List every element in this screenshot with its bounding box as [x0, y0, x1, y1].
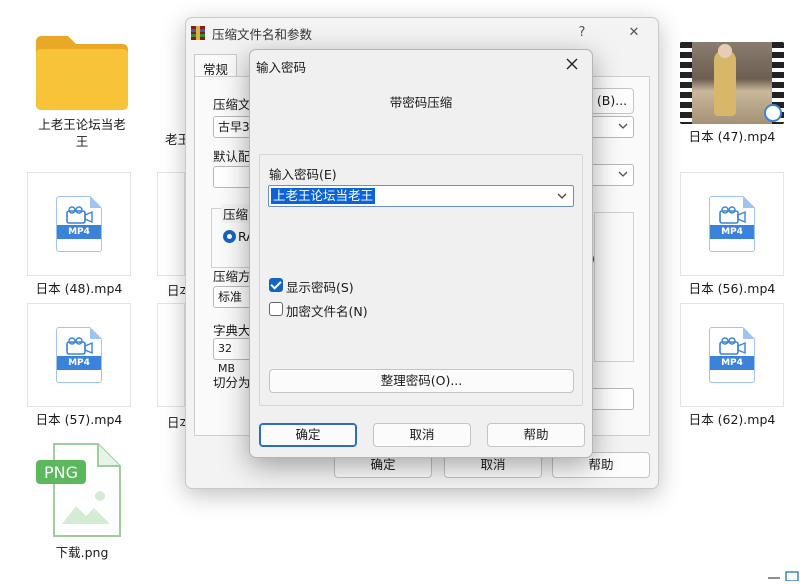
format-label: 压缩	[221, 204, 251, 223]
split-field[interactable]	[590, 388, 634, 410]
organize-passwords-button[interactable]: 整理密码(O)...	[269, 369, 574, 393]
video-file-icon: MP4	[56, 327, 102, 383]
password-dialog-title: 输入密码	[256, 60, 307, 75]
video-thumb-tile[interactable]: 日本 (47).mp4	[680, 42, 784, 145]
password-input[interactable]: 上老王论坛当老王	[268, 185, 574, 207]
dict-field[interactable]: 32 MB	[213, 338, 253, 375]
encrypt-filenames-checkbox[interactable]	[269, 302, 283, 316]
method-field[interactable]: 标准	[213, 286, 253, 308]
archive-name-label: 压缩文	[213, 97, 251, 112]
mp4-tile[interactable]: MP4 日本 (57).mp4	[27, 303, 131, 428]
encrypt-filenames-label[interactable]: 加密文件名(N)	[286, 301, 368, 320]
file-label: 日本 (57).mp4	[35, 412, 123, 427]
file-label: 下载.png	[55, 545, 109, 560]
mp4-tile[interactable]: MP4 日本 (56).mp4	[680, 172, 784, 297]
mp4-file-card: MP4	[27, 172, 131, 276]
password-value: 上老王论坛当老王	[271, 188, 376, 204]
password-label: 输入密码(E)	[269, 167, 337, 182]
split-label: 切分为	[213, 375, 251, 390]
close-icon[interactable]	[562, 54, 582, 74]
close-icon[interactable]: ✕	[624, 23, 644, 43]
winrar-icon	[191, 26, 205, 40]
png-file-icon: PNG	[36, 443, 121, 537]
archive-name-dropdown[interactable]	[590, 116, 634, 138]
help-button[interactable]: 帮助	[487, 423, 585, 447]
mp4-file-card: MP4	[680, 303, 784, 407]
folder-label: 上老王论坛当老王	[38, 117, 126, 149]
video-thumbnail	[680, 42, 784, 124]
partial-tile	[157, 172, 185, 276]
password-dialog: 输入密码 带密码压缩 输入密码(E) 上老王论坛当老王 显示密码(S) 加密文件…	[249, 49, 593, 458]
browse-button[interactable]: (B)...	[590, 88, 634, 114]
svg-text:PNG: PNG	[44, 463, 78, 482]
mp4-tile[interactable]: MP4 日本 (62).mp4	[680, 303, 784, 428]
list-view-icon[interactable]	[766, 571, 800, 582]
archive-name-field[interactable]: 古早3	[213, 116, 253, 138]
profile-dropdown[interactable]	[590, 164, 634, 186]
file-label: 日本 (56).mp4	[688, 281, 776, 296]
mp4-file-card: MP4	[27, 303, 131, 407]
show-password-checkbox[interactable]	[269, 278, 283, 292]
help-title-button[interactable]: ?	[572, 23, 592, 43]
dialog-title: 压缩文件名和参数	[212, 26, 313, 42]
format-radio-rar[interactable]	[223, 230, 236, 243]
dict-label: 字典大	[213, 323, 251, 338]
app-overlay-icon	[764, 104, 782, 122]
file-label: 日本 (48).mp4	[35, 281, 123, 296]
folder-icon	[36, 36, 128, 110]
chevron-down-icon	[618, 171, 628, 177]
mp4-file-card: MP4	[680, 172, 784, 276]
video-file-icon: MP4	[709, 196, 755, 252]
show-password-label[interactable]: 显示密码(S)	[286, 277, 354, 296]
video-file-icon: MP4	[709, 327, 755, 383]
default-profile-label: 默认配	[213, 149, 251, 164]
chevron-down-icon	[618, 123, 628, 129]
folder-tile[interactable]: 上老王论坛当老王	[30, 28, 134, 150]
view-toggle-group	[766, 570, 800, 584]
cancel-button[interactable]: 取消	[373, 423, 471, 447]
chevron-down-icon[interactable]	[556, 190, 568, 202]
profile-field[interactable]	[213, 166, 253, 188]
partial-tile	[157, 303, 185, 407]
video-file-icon: MP4	[56, 196, 102, 252]
ok-button[interactable]: 确定	[259, 423, 357, 447]
mp4-tile[interactable]: MP4 日本 (48).mp4	[27, 172, 131, 297]
options-group	[594, 212, 634, 362]
password-dialog-subtitle: 带密码压缩	[389, 95, 453, 110]
method-label: 压缩方	[213, 269, 251, 284]
file-label: 日本 (47).mp4	[688, 129, 776, 144]
png-tile[interactable]: PNG 下载.png	[30, 440, 134, 561]
file-label: 日本 (62).mp4	[688, 412, 776, 427]
